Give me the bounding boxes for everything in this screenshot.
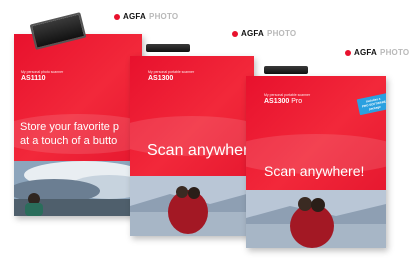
brand-agfa: AGFA [123,12,147,21]
product-box-as1110: My personal photo scanner AS1110 Store y… [14,34,142,216]
box-headline: Store your favorite p at a touch of a bu… [20,120,119,148]
brand-agfa: AGFA [241,29,265,38]
brand-photo: PHOTO [380,48,409,57]
brand-photo: PHOTO [149,12,179,21]
product-box-as1300: My personal portable scanner AS1300 Scan… [130,56,254,236]
photo-illustration [246,190,386,248]
headline-line-2: at a touch of a butto [20,135,118,147]
box-headline: Scan anywhere! [264,163,365,179]
box-tagline: My personal photo scanner [21,70,64,74]
agfaphoto-logo-3: AGFA PHOTO [345,48,409,57]
scanner-device-portable [146,44,190,52]
photo-illustration [130,176,254,236]
agfa-dot-icon [232,30,238,37]
brand-agfa: AGFA [354,48,378,57]
photo-illustration [14,161,142,216]
headline-line-1: Store your favorite p [20,121,120,133]
box-photo-couple-lake [246,190,386,248]
box-photo-sky-boy [14,161,142,216]
agfaphoto-logo-1: AGFA PHOTO [114,12,178,21]
box-headline: Scan anywhere! [147,142,254,159]
scanner-device-portable-pro [264,66,308,74]
box-model: AS1300 Pro [264,98,302,105]
agfa-dot-icon [345,49,351,56]
agfa-dot-icon [114,13,120,20]
box-tagline: My personal portable scanner [148,70,195,74]
brand-photo: PHOTO [267,29,297,38]
product-box-as1300-pro: My personal portable scanner AS1300 Pro … [246,76,386,248]
box-model-suffix: Pro [289,98,303,105]
box-model-name: AS1300 [264,98,290,105]
box-photo-couple-lake [130,176,254,236]
box-model: AS1300 [148,75,174,82]
agfaphoto-logo-2: AGFA PHOTO [232,29,296,38]
badge-line-3: package [368,104,382,112]
pro-software-badge: Includes a PRO SOFTWARE package [356,92,386,116]
box-model: AS1110 [21,75,46,82]
box-tagline: My personal portable scanner [264,93,311,97]
